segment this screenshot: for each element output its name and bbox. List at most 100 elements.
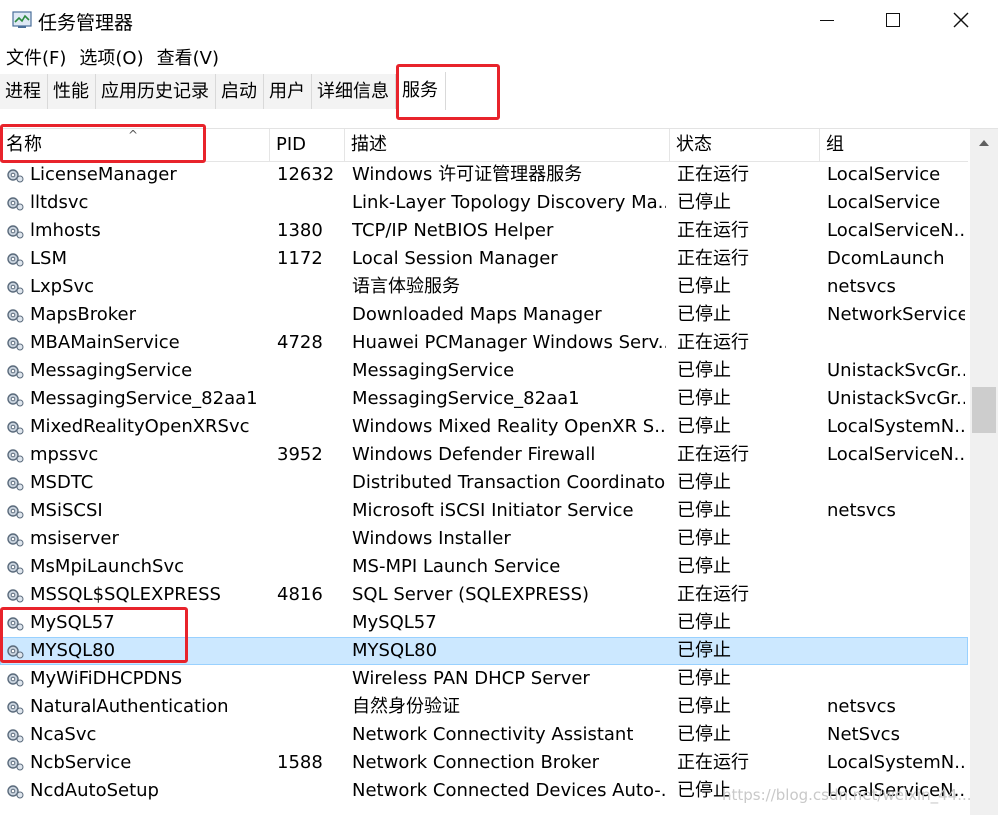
table-row[interactable]: NaturalAuthentication 自然身份验证 已停止 netsvcs [0,693,968,721]
service-group [827,581,965,609]
table-row[interactable]: lmhosts 1380 TCP/IP NetBIOS Helper 正在运行 Loca… [0,217,968,245]
service-group: LocalService [827,164,941,185]
service-description: SQL Server (SQLEXPRESS) [352,584,590,605]
service-group [827,609,965,637]
service-description: MYSQL80 [352,640,438,661]
service-description: Link-Layer Topology Discovery Ma... [352,192,666,213]
title-bar: 任务管理器 [0,0,998,40]
service-gear-icon [7,337,24,351]
close-button[interactable] [928,0,994,40]
service-group: NetworkService [827,304,965,325]
service-status: 正在运行 [677,164,749,185]
table-row[interactable]: MySQL57 MySQL57 已停止 [0,609,968,637]
table-row[interactable]: mpssvc 3952 Windows Defender Firewall 正在运行 L… [0,441,968,469]
table-row[interactable]: MyWiFiDHCPDNS Wireless PAN DHCP Server 已停止 [0,665,968,693]
column-name-label: 名称 [6,134,42,155]
service-pid: 1380 [277,220,323,241]
tab-startup[interactable]: 启动 [216,74,264,109]
service-gear-icon [7,757,24,771]
service-gear-icon [7,561,24,575]
table-row[interactable]: NcbService 1588 Network Connection Broker 正… [0,749,968,777]
service-status: 正在运行 [677,220,749,241]
table-row[interactable]: NcaSvc Network Connectivity Assistant 已停止 N… [0,721,968,749]
maximize-icon [886,13,900,27]
service-name: MySQL57 [30,612,115,633]
table-row[interactable]: MSiSCSI Microsoft iSCSI Initiator Service… [0,497,968,525]
service-status: 已停止 [677,304,731,325]
service-gear-icon [7,253,24,267]
service-pid [277,721,343,749]
service-status: 已停止 [677,500,731,521]
tab-app-history[interactable]: 应用历史记录 [96,74,216,109]
service-group [827,665,965,693]
table-row[interactable]: MYSQL80 MYSQL80 已停止 [0,637,968,665]
service-status: 正在运行 [677,584,749,605]
service-pid [277,413,343,441]
service-name: LxpSvc [30,276,95,297]
table-row[interactable]: msiserver Windows Installer 已停止 [0,525,968,553]
column-status[interactable]: 状态 [670,129,820,161]
service-group [827,637,965,665]
service-pid [277,497,343,525]
table-row[interactable]: MsMpiLaunchSvc MS-MPI Launch Service 已停止 [0,553,968,581]
tab-performance[interactable]: 性能 [48,74,96,109]
service-gear-icon [7,589,24,603]
service-description: Windows Installer [352,528,511,549]
vertical-scrollbar[interactable] [970,129,998,815]
service-status: 已停止 [677,528,731,549]
service-group: LocalSystemN... [827,416,965,437]
table-row[interactable]: MSSQL$SQLEXPRESS 4816 SQL Server (SQLEXPRE… [0,581,968,609]
service-group: UnistackSvcGr... [827,388,965,409]
scroll-up-button[interactable] [970,129,998,157]
service-pid: 12632 [277,164,335,185]
menu-options[interactable]: 选项(O) [73,42,150,70]
table-row[interactable]: MessagingService MessagingService 已停止 Unist… [0,357,968,385]
column-group[interactable]: 组 [820,129,968,161]
service-gear-icon [7,449,24,463]
tab-processes[interactable]: 进程 [0,74,48,109]
table-row[interactable]: MixedRealityOpenXRSvc Windows Mixed Reali… [0,413,968,441]
service-name: MSSQL$SQLEXPRESS [30,584,221,605]
service-gear-icon [7,169,24,183]
service-gear-icon [7,673,24,687]
service-gear-icon [7,281,24,295]
table-row[interactable]: MBAMainService 4728 Huawei PCManager Windo… [0,329,968,357]
service-pid: 3952 [277,444,323,465]
service-pid: 1172 [277,248,323,269]
menu-file[interactable]: 文件(F) [0,42,73,70]
service-group: netsvcs [827,276,896,297]
service-pid: 4816 [277,584,323,605]
table-row[interactable]: LicenseManager 12632 Windows 许可证管理器服务 正在运行 L… [0,161,968,189]
service-status: 正在运行 [677,444,749,465]
table-row[interactable]: LxpSvc 语言体验服务 已停止 netsvcs [0,273,968,301]
scrollbar-thumb[interactable] [972,387,996,433]
table-row[interactable]: lltdsvc Link-Layer Topology Discovery Ma.… [0,189,968,217]
menu-view[interactable]: 查看(V) [151,42,226,70]
service-gear-icon [7,505,24,519]
service-pid [277,693,343,721]
service-group: netsvcs [827,696,896,717]
table-row[interactable]: MapsBroker Downloaded Maps Manager 已停止 Netw… [0,301,968,329]
service-status: 已停止 [677,192,731,213]
table-row[interactable]: LSM 1172 Local Session Manager 正在运行 DcomLaun… [0,245,968,273]
table-row[interactable]: MessagingService_82aa1 MessagingService_8… [0,385,968,413]
service-pid [277,553,343,581]
service-gear-icon [7,701,24,715]
service-gear-icon [7,421,24,435]
maximize-button[interactable] [860,0,926,40]
task-manager-icon [12,11,32,28]
close-icon [953,12,969,28]
service-description: MySQL57 [352,612,437,633]
tab-services[interactable]: 服务 [396,72,446,110]
service-gear-icon [7,309,24,323]
column-description[interactable]: 描述 [345,129,670,161]
minimize-button[interactable] [794,0,860,40]
tab-users[interactable]: 用户 [264,74,312,109]
service-description: MessagingService [352,360,515,381]
table-row[interactable]: MSDTC Distributed Transaction Coordinator… [0,469,968,497]
service-description: Wireless PAN DHCP Server [352,668,590,689]
column-pid[interactable]: PID [270,129,345,161]
service-pid [277,525,343,553]
tab-strip: 进程 性能 应用历史记录 启动 用户 详细信息 服务 [0,72,998,111]
tab-details[interactable]: 详细信息 [312,74,396,109]
